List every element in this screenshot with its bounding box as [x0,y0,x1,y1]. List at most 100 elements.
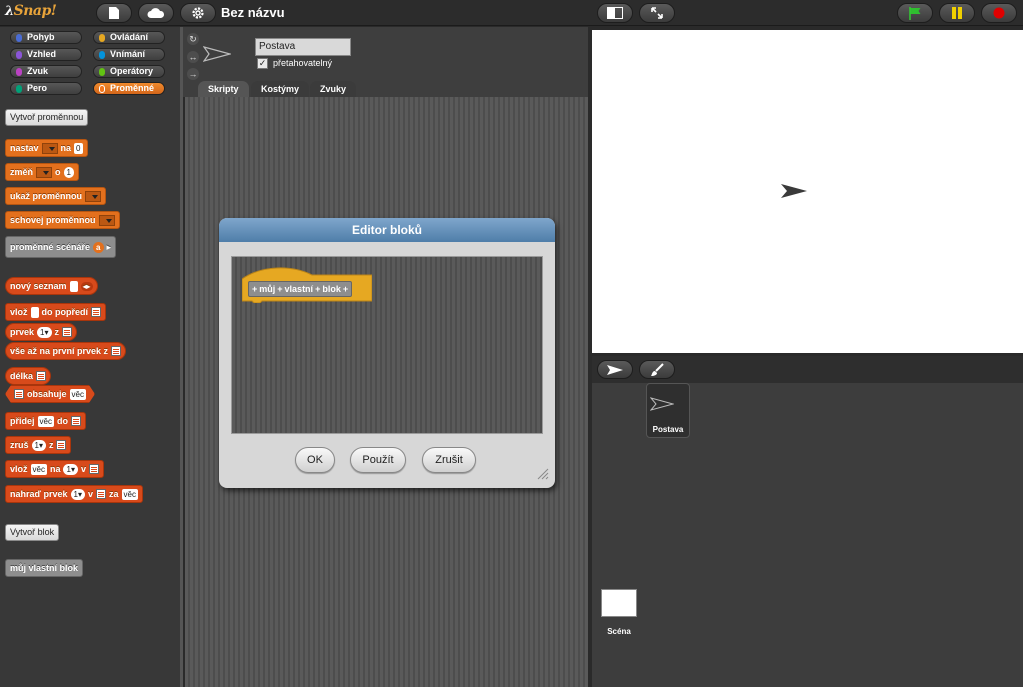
tab-costumes[interactable]: Kostýmy [251,81,310,97]
category-variables[interactable]: Proměnné [93,82,165,95]
block-word[interactable]: vlastní [285,284,314,294]
block-set-variable[interactable]: nastav na 0 [5,139,89,157]
ok-button[interactable]: OK [295,447,335,473]
block-script-variables[interactable]: proměnné scénáře a ▸ [5,236,117,258]
block-label: z [48,440,54,450]
block-item-of[interactable]: prvek 1▾ z [5,323,77,341]
arrows-icon[interactable]: ◂▸ [80,281,93,291]
variable-dropdown[interactable] [98,214,115,226]
value-slot[interactable]: věc [37,415,54,427]
block-new-list[interactable]: nový seznam ◂▸ [5,277,98,295]
list-icon [36,371,47,381]
stage-thumbnail[interactable] [601,589,637,617]
block-word[interactable]: můj [259,284,275,294]
stage-size-button[interactable] [597,3,633,23]
variable-slot[interactable]: a [93,241,104,253]
block-label: vlož [10,464,28,474]
add-input-icon[interactable]: + [343,284,348,294]
file-menu-button[interactable] [96,3,132,23]
prototype-block[interactable]: + můj + vlastní + blok + [248,281,353,297]
fullscreen-icon [651,7,663,19]
block-insert-at[interactable]: vlož věc na 1▾ v [5,460,104,478]
value-slot[interactable]: věc [30,463,47,475]
block-replace-item[interactable]: nahraď prvek 1▾ v za věc [5,485,143,503]
pause-button[interactable] [939,3,975,23]
draggable-checkbox[interactable]: ✓ [257,58,268,69]
category-pen[interactable]: Pero [10,82,82,95]
list-icon [56,440,67,450]
make-variable-button[interactable]: Vytvoř proměnnou [5,109,89,126]
custom-block-hat[interactable]: + můj + vlastní + blok + [242,265,372,303]
block-label: o [55,167,61,177]
settings-menu-button[interactable] [180,3,216,23]
number-slot[interactable]: 1 [63,166,74,178]
tab-scripts[interactable]: Skripty [198,81,249,97]
variable-dropdown[interactable] [85,190,102,202]
index-slot[interactable]: 1▾ [63,463,78,475]
add-input-icon[interactable]: + [252,284,257,294]
apply-button[interactable]: Použít [350,447,406,473]
paint-new-sprite-button[interactable] [639,360,675,379]
block-change-variable[interactable]: změň o 1 [5,163,79,181]
index-slot[interactable]: 1▾ [70,488,85,500]
custom-block[interactable]: můj vlastní blok [5,559,84,577]
rotation-any-button[interactable]: ↻ [187,33,199,45]
index-slot[interactable]: 1▾ [37,326,52,338]
block-label: délka [10,371,34,381]
sound-color-dot [16,68,22,76]
sprite-arrow-icon[interactable] [780,183,808,199]
category-sensing[interactable]: Vnímání [93,48,165,61]
category-looks[interactable]: Vzhled [10,48,82,61]
add-input-icon[interactable]: + [315,284,320,294]
green-flag-button[interactable] [897,3,933,23]
category-operators[interactable]: Operátory [93,65,165,78]
dialog-title[interactable]: Editor bloků [219,218,555,242]
block-add-to-list[interactable]: přidej věc do [5,412,86,430]
cloud-menu-button[interactable] [138,3,174,23]
block-all-but-first[interactable]: vše až na první prvek z [5,342,127,360]
rotation-flip-button[interactable]: ↔ [187,51,199,63]
block-contains[interactable]: obsahuje věc [5,385,95,403]
block-length[interactable]: délka [5,367,52,385]
add-input-icon[interactable]: + [277,284,282,294]
stage[interactable] [592,30,1023,353]
block-label: vše až na první prvek z [10,346,109,356]
stage-thumbnail-label: Scéna [607,627,631,636]
make-block-button[interactable]: Vytvoř blok [5,524,60,541]
snap-logo[interactable]: λSnap! [5,3,57,19]
rotation-none-button[interactable]: → [187,68,199,80]
palette-scrollbar[interactable] [180,27,183,687]
value-slot[interactable]: věc [121,488,138,500]
sprite-name-field[interactable]: Postava [255,38,351,56]
add-turtle-sprite-button[interactable] [597,360,633,379]
project-title: Bez názvu [221,5,285,20]
variable-dropdown[interactable] [36,166,53,178]
expand-arrow-icon[interactable]: ▸ [107,242,112,253]
index-slot[interactable]: 1▾ [31,439,46,451]
block-hide-variable[interactable]: schovej proměnnou [5,211,120,229]
block-label: zruš [10,440,29,450]
block-insert-front[interactable]: vlož do popředí [5,303,107,321]
resize-handle-icon[interactable] [537,468,549,480]
block-word[interactable]: blok [322,284,341,294]
file-icon [109,7,119,19]
category-control[interactable]: Ovládání [93,31,165,44]
block-show-variable[interactable]: ukaž proměnnou [5,187,107,205]
list-item-slot[interactable] [69,280,78,292]
operators-color-dot [99,68,105,76]
pen-color-dot [16,85,22,93]
block-delete-from-list[interactable]: zruš 1▾ z [5,436,72,454]
value-slot[interactable]: 0 [74,142,84,154]
block-label: změň [10,167,34,177]
stop-button[interactable] [981,3,1017,23]
value-slot[interactable]: věc [70,389,86,400]
presentation-mode-button[interactable] [639,3,675,23]
cancel-button[interactable]: Zrušit [422,447,476,473]
block-editor-canvas[interactable]: + můj + vlastní + blok + [231,256,543,434]
tab-sounds[interactable]: Zvuky [310,81,357,97]
variable-dropdown[interactable] [41,142,58,154]
value-slot[interactable] [30,306,39,318]
category-motion[interactable]: Pohyb [10,31,82,44]
category-sound[interactable]: Zvuk [10,65,82,78]
list-icon [70,416,81,426]
